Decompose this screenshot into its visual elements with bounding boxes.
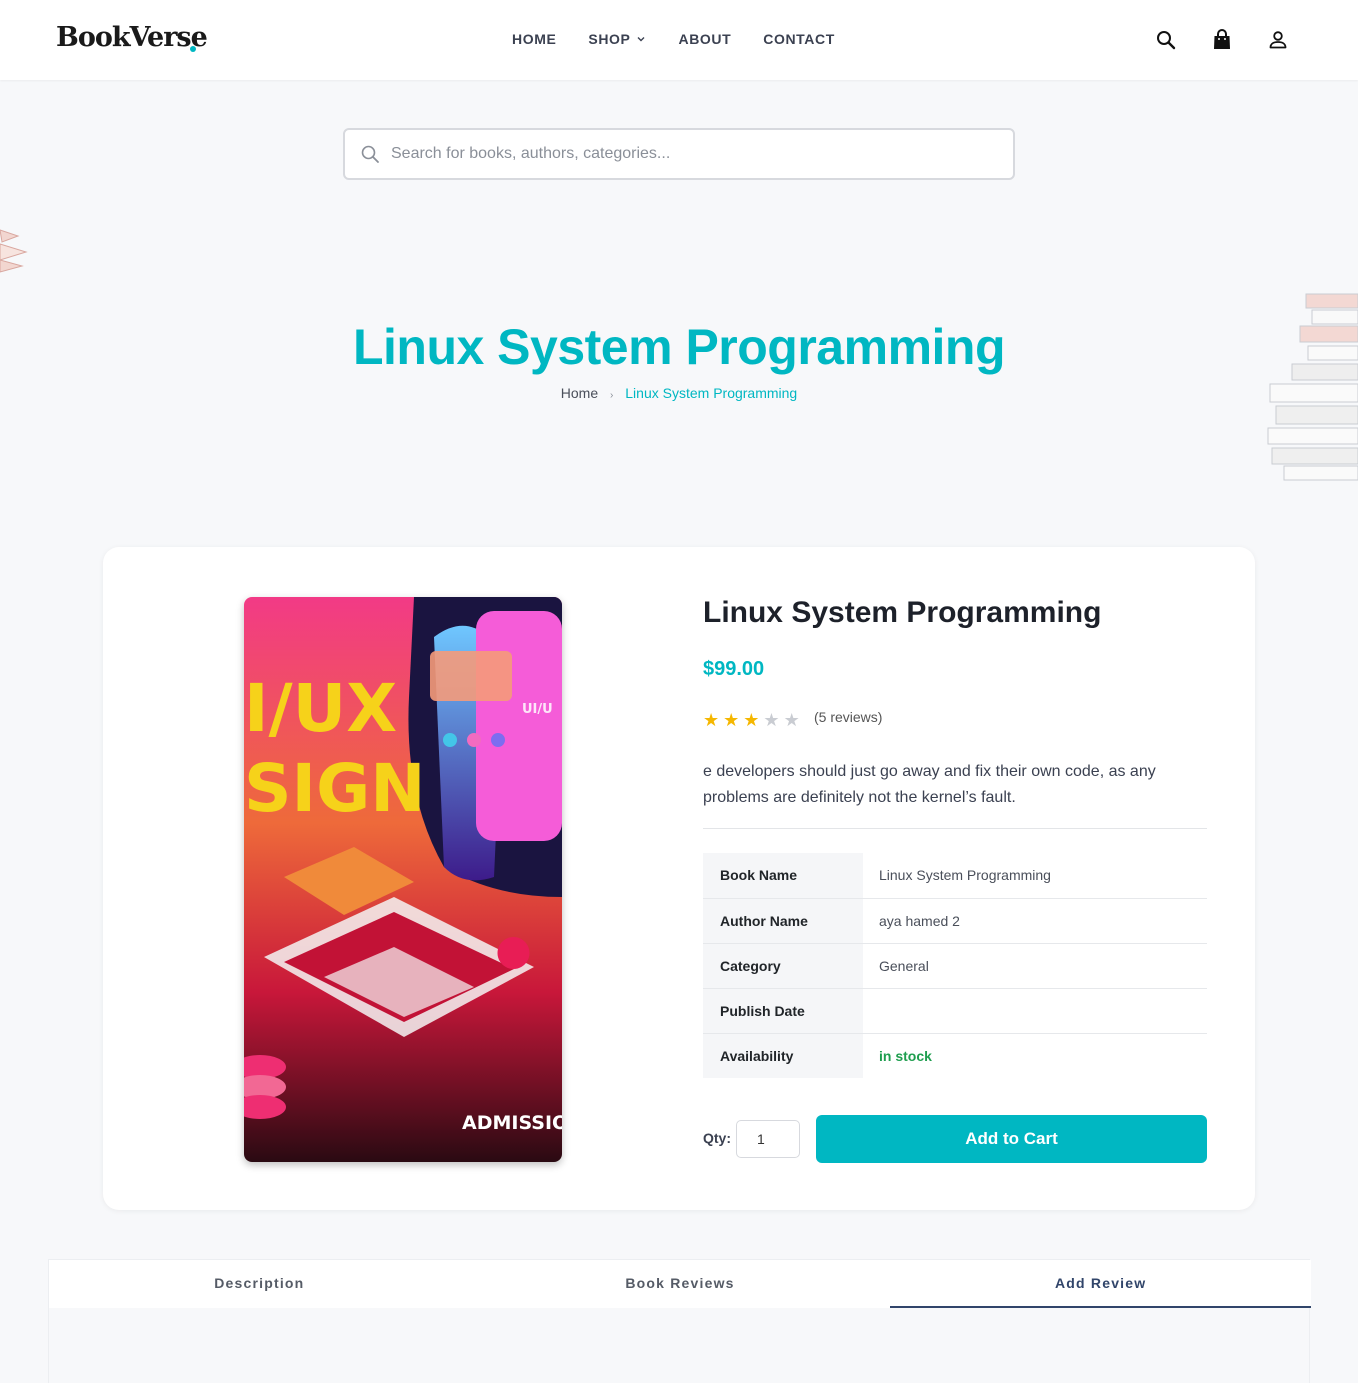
rating-stars: ★ ★ ★ ★ ★ (703, 711, 800, 729)
breadcrumb-current: Linux System Programming (625, 385, 798, 401)
divider (703, 828, 1207, 829)
star-icon: ★ (783, 710, 800, 730)
product-price: $99.00 (703, 658, 765, 680)
logo-dot (190, 46, 196, 52)
spec-key: Publish Date (703, 988, 863, 1034)
breadcrumb-home-link[interactable]: Home (561, 385, 598, 401)
availability-status: in stock (879, 1047, 932, 1064)
shopping-bag-icon[interactable] (1210, 28, 1234, 52)
book-stack-decoration-left (0, 229, 28, 273)
nav-about-label: ABOUT (678, 31, 732, 47)
search-icon[interactable] (1154, 28, 1178, 52)
table-row: Book Name Linux System Programming (703, 853, 1207, 899)
nav-about[interactable]: ABOUT (678, 31, 731, 47)
spec-value: Linux System Programming (863, 853, 1207, 899)
cover-title-line2: SIGN (244, 750, 426, 827)
cover-title-line1: I/UX (244, 670, 397, 747)
star-icon: ★ (743, 710, 760, 730)
search-icon (361, 145, 379, 163)
product-tabs-panel: Description Book Reviews Add Review (48, 1259, 1312, 1383)
nav-home[interactable]: HOME (512, 31, 556, 47)
table-row: Category General (703, 943, 1207, 989)
main-nav: HOME SHOP ABOUT CONTACT (512, 31, 835, 47)
breadcrumb: Home › Linux System Programming (0, 385, 1358, 401)
page-title: Linux System Programming (352, 319, 1006, 375)
chevron-down-icon (637, 37, 645, 42)
star-icon: ★ (723, 710, 740, 730)
spec-value: General (863, 943, 1207, 989)
reviews-count[interactable]: (5 reviews) (814, 709, 882, 725)
nav-shop-label: SHOP (588, 31, 631, 47)
star-icon: ★ (703, 710, 720, 730)
nav-contact[interactable]: CONTACT (763, 31, 835, 47)
spec-value (863, 988, 1207, 1034)
product-tabs: Description Book Reviews Add Review (49, 1260, 1312, 1308)
book-cover-artwork: I/UX SIGN UI/U ADMISSIO (244, 597, 562, 1162)
product-title: Linux System Programming (703, 596, 1102, 629)
spec-value: aya hamed 2 (863, 898, 1207, 944)
user-icon[interactable] (1266, 28, 1290, 52)
nav-home-label: HOME (512, 31, 557, 47)
nav-contact-label: CONTACT (763, 31, 835, 47)
product-card: I/UX SIGN UI/U ADMISSIO Linux System Pro… (103, 547, 1255, 1210)
search-input[interactable] (391, 130, 991, 178)
spec-key: Availability (703, 1033, 863, 1078)
breadcrumb-separator: › (610, 390, 614, 401)
qty-label: Qty: (703, 1130, 731, 1146)
product-excerpt: e developers should just go away and fix… (703, 763, 1156, 806)
nav-shop[interactable]: SHOP (588, 31, 646, 47)
spec-key: Category (703, 943, 863, 989)
star-icon: ★ (763, 710, 780, 730)
spec-key: Author Name (703, 898, 863, 944)
tab-book-reviews[interactable]: Book Reviews (470, 1260, 891, 1308)
table-row: Publish Date (703, 988, 1207, 1034)
quantity-input[interactable] (736, 1120, 800, 1158)
spec-key: Book Name (703, 853, 863, 899)
table-row: Availability in stock (703, 1033, 1207, 1078)
book-cover-image[interactable]: I/UX SIGN UI/U ADMISSIO (244, 597, 562, 1162)
cover-bottom-text: ADMISSIO (462, 1112, 562, 1134)
site-header: BookVerse HOME SHOP ABOUT CONTACT (0, 0, 1358, 80)
add-to-cart-button[interactable]: Add to Cart (816, 1115, 1207, 1163)
table-row: Author Name aya hamed 2 (703, 898, 1207, 944)
book-details-table: Book Name Linux System Programming Autho… (703, 853, 1207, 1078)
site-logo[interactable]: BookVerse (56, 22, 208, 53)
tab-description[interactable]: Description (49, 1260, 470, 1308)
search-bar (343, 128, 1015, 180)
cover-small-text: UI/U (522, 702, 553, 717)
tab-add-review[interactable]: Add Review (890, 1260, 1312, 1308)
